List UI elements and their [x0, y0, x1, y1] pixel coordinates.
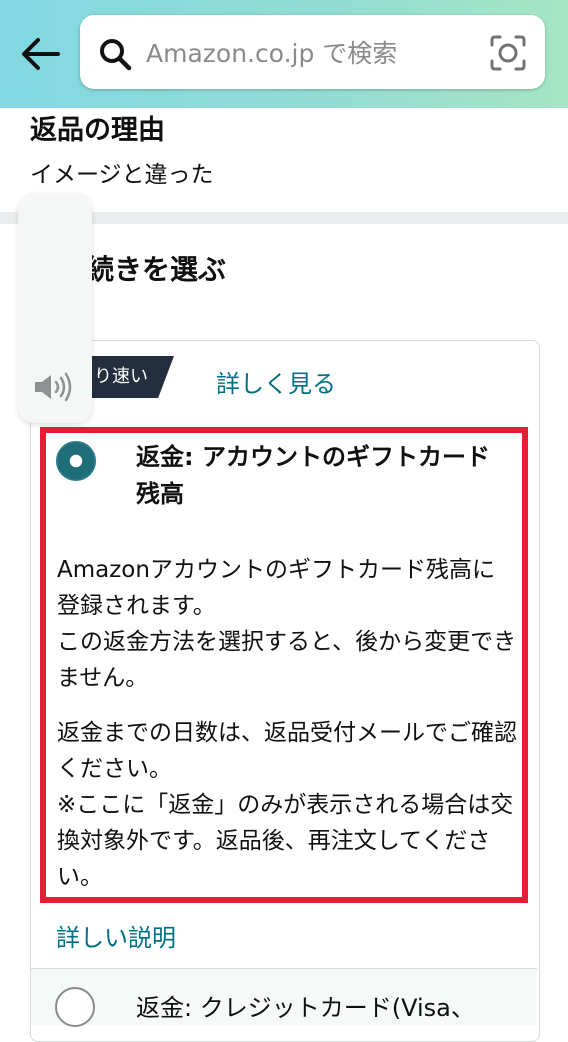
speaker-volume-icon — [35, 372, 72, 402]
return-reason-title: 返品の理由 — [30, 115, 165, 146]
option-title-giftcard: 返金: アカウントのギフトカード残高 — [136, 443, 490, 508]
return-reason-value: イメージと違った — [30, 162, 214, 188]
back-arrow-icon[interactable] — [20, 37, 60, 71]
detailed-explanation-link[interactable]: 詳しい説明 — [56, 918, 176, 953]
search-box[interactable] — [80, 15, 545, 89]
search-input[interactable] — [144, 31, 478, 75]
radio-unselected-icon[interactable] — [55, 987, 95, 1027]
option-note: 返金までの日数は、返品受付メールでご確認ください。 ※ここに「返金」のみが表示さ… — [57, 720, 517, 890]
search-icon — [100, 39, 132, 71]
camera-scan-icon[interactable] — [489, 34, 527, 72]
top-header — [0, 0, 568, 108]
details-link[interactable]: 詳しく見る — [216, 364, 336, 399]
option-description: Amazonアカウントのギフトカード残高に登録されます。 この返金方法を選択する… — [57, 557, 517, 691]
option-title-creditcard: 返金: クレジットカード(Visa、 — [136, 994, 475, 1022]
radio-selected-icon[interactable] — [56, 441, 96, 481]
